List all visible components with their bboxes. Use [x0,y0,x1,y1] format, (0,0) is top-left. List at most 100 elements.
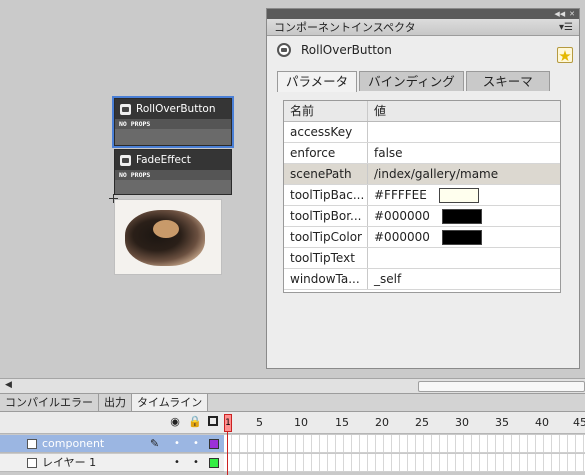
visibility-dot[interactable]: • [174,454,180,472]
bottom-panel-tabs: コンパイルエラー 出力 タイムライン [0,393,585,412]
param-row-enforce[interactable]: enforce false [284,143,560,164]
layer-row-layer1[interactable]: レイヤー 1 • • [0,454,585,472]
param-name: toolTipColor [284,227,368,247]
param-name: scenePath [284,164,368,184]
param-name: toolTipBor... [284,206,368,226]
param-row-tooltip-text[interactable]: toolTipText [284,248,560,269]
panel-menu-icon[interactable]: ▾☰ [559,22,573,33]
param-value-text: #000000 [374,230,430,244]
frame-number: 25 [415,416,429,429]
layer-icon [27,458,37,468]
collapse-icon[interactable]: ◀◀ [554,9,565,19]
param-value-text: /index/gallery/mame [374,167,499,181]
tab-bindings[interactable]: バインディング [359,71,464,91]
column-header-value: 値 [374,104,387,118]
frame-number: 5 [256,416,263,429]
param-row-window-target[interactable]: windowTa... _self [284,269,560,290]
frame-number: 20 [375,416,389,429]
param-value[interactable]: /index/gallery/mame [368,164,560,184]
layer-name-cell[interactable]: レイヤー 1 • • [0,454,224,472]
dog-photo-subject [125,210,205,266]
component-icon [120,154,131,166]
stage-horizontal-scrollbar[interactable]: ◀ [0,378,585,393]
param-value[interactable] [368,248,560,268]
playhead[interactable]: 1 [224,414,232,475]
outline-icon[interactable] [208,416,218,426]
layer-name: component [42,437,105,450]
tab-schema[interactable]: スキーマ [465,71,550,91]
component-body [115,180,231,194]
layer-color-box[interactable] [209,458,219,468]
scrollbar-thumb[interactable] [418,381,585,392]
component-body [115,129,231,145]
param-value-text: _self [374,272,402,286]
column-header-name: 名前 [284,101,368,121]
frame-number: 15 [335,416,349,429]
param-row-tooltip-border[interactable]: toolTipBor... #000000 [284,206,560,227]
scroll-left-icon[interactable]: ◀ [5,380,12,390]
rollover-button-instance[interactable]: RollOverButton NO PROPS [112,96,234,148]
param-value[interactable] [368,122,560,142]
color-swatch[interactable] [441,208,482,224]
param-row-accesskey[interactable]: accessKey [284,122,560,143]
tab-compiler-errors[interactable]: コンパイルエラー [0,394,99,411]
parameters-table: 名前 値 accessKey enforce false scenePath /… [283,100,561,293]
tab-timeline[interactable]: タイムライン [132,394,209,411]
frame-number: 30 [455,416,469,429]
component-props: NO PROPS [115,119,231,129]
table-header: 名前 値 [284,101,560,122]
param-value[interactable]: #000000 [368,227,560,247]
layer-frames[interactable] [224,435,585,453]
layer-frames[interactable] [224,454,585,472]
param-row-tooltip-color[interactable]: toolTipColor #000000 [284,227,560,248]
frame-number: 35 [495,416,509,429]
param-value[interactable]: #FFFFEE [368,185,560,205]
inspector-tabs: パラメータ バインディング スキーマ [277,71,550,92]
component-title: RollOverButton [115,99,231,119]
panel-header: コンポーネントインスペクタ ▾☰ [267,19,579,36]
layer-color-box[interactable] [209,439,219,449]
layer-toggle-icons: ◉ 🔒 [168,416,218,428]
panel-title: コンポーネントインスペクタ [274,21,416,34]
lock-dot[interactable]: • [193,454,199,472]
lock-dot[interactable]: • [193,435,199,453]
param-value-text: false [374,146,403,160]
eye-icon[interactable]: ◉ [168,416,182,428]
visibility-dot[interactable]: • [174,435,180,453]
layer-row-component[interactable]: component ✎ • • [0,435,585,453]
param-row-scenepath[interactable]: scenePath /index/gallery/mame [284,164,560,185]
component-title: FadeEffect [115,150,231,170]
param-value[interactable]: _self [368,269,560,289]
param-name: windowTa... [284,269,368,289]
component-props: NO PROPS [115,170,231,180]
layer-icon [27,439,37,449]
frame-number: 45 [573,416,585,429]
param-name: toolTipText [284,248,368,268]
frame-number: 10 [294,416,308,429]
button-component-icon [277,43,291,57]
pencil-icon: ✎ [150,437,160,450]
tab-output[interactable]: 出力 [99,394,132,411]
color-swatch[interactable] [438,187,479,203]
component-inspector-panel: ◀◀ ✕ コンポーネントインスペクタ ▾☰ RollOverButton ★ パ… [266,8,580,369]
close-icon[interactable]: ✕ [569,9,575,19]
layer-name-cell[interactable]: component ✎ • • [0,435,224,453]
param-value-text: #000000 [374,209,430,223]
component-icon [120,103,131,115]
lock-icon[interactable]: 🔒 [188,416,202,428]
tab-parameters[interactable]: パラメータ [277,71,358,92]
param-name: enforce [284,143,368,163]
param-value[interactable]: false [368,143,560,163]
dog-photo[interactable] [114,199,222,275]
current-frame[interactable]: 1 [224,414,232,432]
param-row-tooltip-background[interactable]: toolTipBac... #FFFFEE [284,185,560,206]
param-name: toolTipBac... [284,185,368,205]
star-icon[interactable]: ★ [557,47,573,64]
component-label: RollOverButton [136,103,216,115]
timeline-header: ◉ 🔒 5 10 15 20 25 30 35 40 45 [0,412,585,434]
param-value[interactable]: #000000 [368,206,560,226]
fade-effect-instance[interactable]: FadeEffect NO PROPS [114,149,232,195]
color-swatch[interactable] [441,229,482,245]
frame-number: 40 [535,416,549,429]
param-value-text: #FFFFEE [374,188,427,202]
